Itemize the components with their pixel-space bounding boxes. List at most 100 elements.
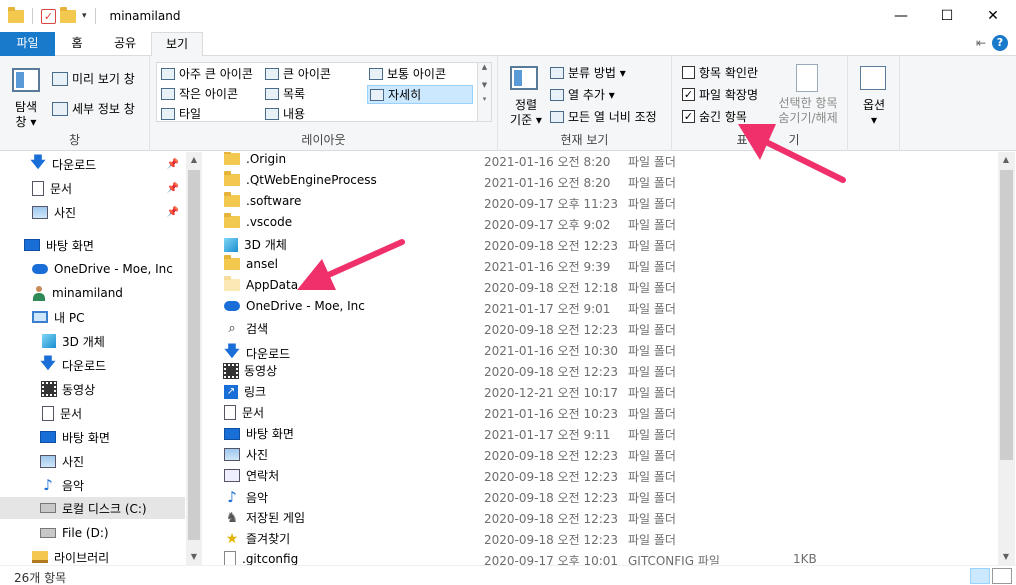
file-row[interactable]: ♞ 저장된 게임 2020-09-18 오전 12:23 파일 폴더 (210, 507, 996, 528)
file-row[interactable]: 문서 2021-01-16 오전 10:23 파일 폴더 (210, 402, 996, 423)
pin-ribbon-icon[interactable]: ⇤ (976, 36, 986, 50)
item-checkboxes-checkbox[interactable] (682, 66, 695, 79)
nav-item-downloads[interactable]: 🡇 다운로드 (40, 354, 106, 376)
hidden-items-toggle[interactable]: ✓ 숨긴 항목 (682, 108, 747, 125)
file-row[interactable]: 사진 2020-09-18 오전 12:23 파일 폴더 (210, 444, 996, 465)
file-date: 2021-01-16 오전 8:20 (484, 155, 611, 169)
properties-icon[interactable]: ✓ (41, 8, 56, 24)
scroll-down-icon[interactable]: ▼ (186, 549, 202, 565)
layout-small-icons[interactable]: 작은 아이콘 (161, 85, 238, 102)
file-row[interactable]: 연락처 2020-09-18 오전 12:23 파일 폴더 (210, 465, 996, 486)
nav-item-label: 라이브러리 (54, 550, 110, 565)
maximize-button[interactable]: ☐ (924, 0, 970, 32)
nav-item-libraries[interactable]: 라이브러리 (32, 546, 109, 565)
file-row[interactable]: .vscode 2020-09-17 오후 9:02 파일 폴더 (210, 213, 996, 234)
nav-item-onedrive[interactable]: OneDrive - Moe, Inc (32, 258, 173, 280)
nav-item-this-pc[interactable]: 내 PC (32, 306, 84, 328)
nav-item-music[interactable]: ♪ 음악 (40, 474, 84, 496)
file-date: 2020-09-18 오전 12:23 (484, 512, 619, 526)
layout-large-icons[interactable]: 큰 아이콘 (265, 65, 331, 82)
customize-toolbar-dropdown[interactable]: ▾ (82, 11, 87, 21)
nav-item-drive-d[interactable]: File (D:) (40, 522, 109, 544)
layout-extra-large-icons[interactable]: 아주 큰 아이콘 (161, 65, 253, 82)
size-all-columns-button[interactable]: 모든 열 너비 조정 (550, 108, 657, 125)
file-row[interactable]: 🡇 다운로드 2021-01-16 오전 10:30 파일 폴더 (210, 339, 996, 361)
layout-tiles[interactable]: 타일 (161, 105, 201, 122)
nav-item-3d-objects[interactable]: 3D 개체 (42, 330, 105, 352)
options-button[interactable]: 옵션 ▾ (854, 64, 894, 130)
file-row[interactable]: ansel 2021-01-16 오전 9:39 파일 폴더 (210, 255, 996, 276)
large-icons-view-icon[interactable] (992, 568, 1012, 584)
desktop-icon (24, 239, 40, 251)
scrollbar-thumb[interactable] (1000, 170, 1013, 460)
layout-item-label: 작은 아이콘 (179, 87, 239, 101)
nav-item-pictures[interactable]: 사진 (40, 450, 84, 472)
details-view-icon[interactable] (970, 568, 990, 584)
tab-view[interactable]: 보기 (151, 32, 203, 57)
nav-item-downloads-quick[interactable]: 🡇 다운로드 📌 (30, 153, 185, 175)
file-row[interactable]: OneDrive - Moe, Inc 2021-01-17 오전 9:01 파일 … (210, 297, 996, 318)
tab-home[interactable]: 홈 (58, 32, 96, 56)
layout-gallery-scroll[interactable]: ▲ ▼ ▾ (477, 63, 491, 121)
file-row[interactable]: .QtWebEngineProcess 2021-01-16 오전 8:20 파일 … (210, 171, 996, 192)
file-row[interactable]: 동영상 2020-09-18 오전 12:23 파일 폴더 (210, 360, 996, 381)
preview-pane-button[interactable]: 미리 보기 창 (52, 70, 135, 87)
item-checkboxes-toggle[interactable]: 항목 확인란 (682, 64, 758, 81)
scroll-up-icon[interactable]: ▲ (478, 63, 491, 71)
scroll-up-icon[interactable]: ▲ (186, 152, 202, 168)
pc-icon (32, 311, 48, 323)
file-extensions-toggle[interactable]: ✓ 파일 확장명 (682, 86, 758, 103)
tab-file[interactable]: 파일 (0, 32, 55, 56)
layout-content[interactable]: 내용 (265, 105, 305, 122)
add-columns-button[interactable]: 열 추가 ▾ (550, 86, 615, 103)
scroll-up-icon[interactable]: ▲ (998, 152, 1014, 168)
file-row[interactable]: .Origin 2021-01-16 오전 8:20 파일 폴더 (210, 152, 996, 171)
file-row[interactable]: ♪ 음악 2020-09-18 오전 12:23 파일 폴더 (210, 486, 996, 507)
scroll-down-icon[interactable]: ▼ (998, 549, 1014, 565)
file-row[interactable]: ⌕ 검색 2020-09-18 오전 12:23 파일 폴더 (210, 318, 996, 339)
file-row[interactable]: ↗ 링크 2020-12-21 오전 10:17 파일 폴더 (210, 381, 996, 402)
file-row[interactable]: 3D 개체 2020-09-18 오전 12:23 파일 폴더 (210, 234, 996, 255)
scroll-down-icon[interactable]: ▼ (478, 81, 491, 89)
hidden-items-checkbox[interactable]: ✓ (682, 110, 695, 123)
tab-share[interactable]: 공유 (102, 32, 148, 56)
file-row[interactable]: .gitconfig 2020-09-17 오후 10:01 GITCONFIG 파… (210, 549, 996, 565)
hide-selected-items-button[interactable]: 선택한 항목 숨기기/해제 (772, 62, 844, 132)
group-by-button[interactable]: 분류 방법 ▾ (550, 64, 626, 81)
nav-item-user-folder[interactable]: minamiland (32, 282, 123, 304)
title-bar: ✓ ▾ minamiland — ☐ ✕ (0, 0, 1016, 32)
nav-item-local-disk-c[interactable]: 로컬 디스크 (C:) (0, 497, 185, 519)
document-icon (42, 405, 54, 421)
navigation-pane-scrollbar[interactable]: ▲ ▼ (186, 152, 202, 565)
file-list-scrollbar[interactable]: ▲ ▼ (998, 152, 1015, 565)
sort-by-button[interactable]: 정렬 기준 ▾ (504, 64, 544, 130)
help-icon[interactable]: ? (992, 35, 1008, 51)
nav-item-videos[interactable]: 동영상 (41, 378, 96, 400)
file-row[interactable]: ★ 즐겨찾기 2020-09-18 오전 12:23 파일 폴더 (210, 528, 996, 549)
scrollbar-thumb[interactable] (188, 170, 200, 540)
nav-item-desktop[interactable]: 바탕 화면 (40, 426, 110, 448)
nav-item-label: 내 PC (54, 310, 85, 325)
nav-item-documents[interactable]: 문서 (42, 402, 82, 424)
nav-item-desktop-root[interactable]: 바탕 화면 (24, 234, 94, 256)
details-pane-button[interactable]: 세부 정보 창 (52, 100, 135, 117)
nav-item-pictures-quick[interactable]: 사진 📌 (32, 201, 185, 223)
layout-medium-icons[interactable]: 보통 아이콘 (369, 65, 446, 82)
close-button[interactable]: ✕ (970, 0, 1016, 32)
file-row[interactable]: .software 2020-09-17 오후 11:23 파일 폴더 (210, 192, 996, 213)
layout-details[interactable]: 자세히 (367, 85, 473, 104)
file-row[interactable]: 바탕 화면 2021-01-17 오전 9:11 파일 폴더 (210, 423, 996, 444)
nav-item-label: 동영상 (62, 382, 96, 397)
minimize-button[interactable]: — (878, 0, 924, 32)
file-extensions-checkbox[interactable]: ✓ (682, 88, 695, 101)
status-bar: 26개 항목 (0, 565, 1016, 585)
expand-gallery-icon[interactable]: ▾ (478, 95, 491, 103)
navigation-pane-button[interactable]: 탐색 창 ▾ (6, 64, 46, 130)
new-folder-icon[interactable] (60, 6, 76, 23)
folder-icon (224, 255, 240, 270)
layout-list[interactable]: 목록 (265, 85, 305, 102)
file-row[interactable]: AppData 2020-09-18 오전 12:18 파일 폴더 (210, 276, 996, 297)
navigation-pane-label-2: 창 ▾ (15, 115, 37, 129)
nav-item-label: 음악 (62, 478, 85, 493)
nav-item-documents-quick[interactable]: 문서 📌 (32, 177, 185, 199)
